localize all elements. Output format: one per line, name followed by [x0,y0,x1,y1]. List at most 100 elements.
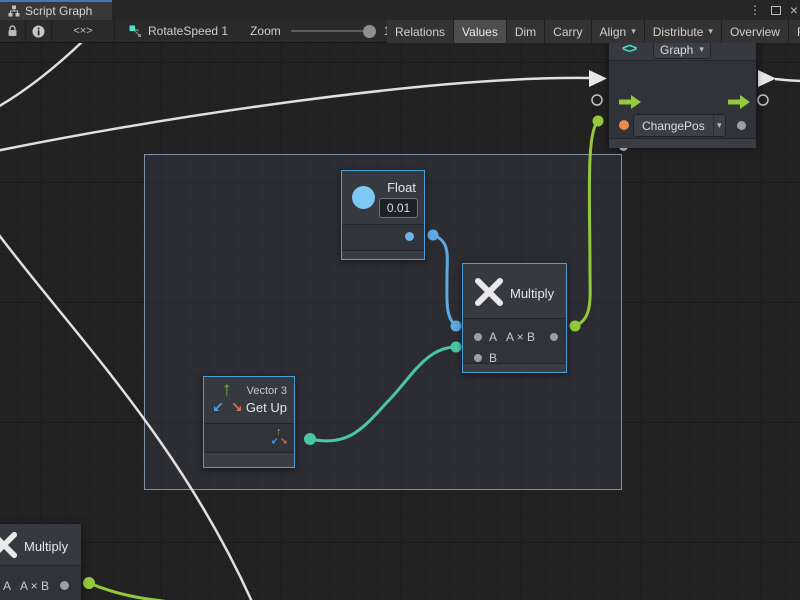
title-bar: Script Graph ⋮ × [0,0,800,20]
port-label-a: A [3,580,11,592]
setvar-node-ports: ChangePos ▾ [609,61,756,138]
multiply-input-b-port[interactable] [474,354,482,362]
port-label-out: A × B [20,580,49,592]
wire-endpoint [570,321,581,332]
getup-node-ports: ↑ ↙ ↘ [204,424,294,452]
wire-endpoint [451,321,462,332]
float-node-header: Float [342,171,424,225]
variable-name-dropdown[interactable]: ChangePos ▾ [633,114,726,137]
toolbar: <×> RotateSpeed 1 Zoom 1x Relations Valu… [0,20,800,43]
info-button[interactable] [26,20,52,43]
full-screen-button[interactable]: Full Screen [789,20,800,43]
float-output-port[interactable] [405,232,414,241]
node-multiply[interactable]: Multiply A A × B B [462,263,567,373]
unconnected-port-circle-left[interactable] [592,95,602,105]
wire-endpoint [83,577,95,589]
variable-value: ChangePos [634,119,713,133]
control-wire[interactable] [0,41,83,108]
wire-float-to-multiply-a[interactable] [433,235,456,326]
code-view-icon: <×> [73,25,92,37]
multiply2-node-header: Multiply [0,524,81,566]
code-view-button[interactable]: <×> [52,20,115,43]
lock-icon [7,25,18,37]
values-button[interactable]: Values [454,20,506,43]
zoom-slider[interactable] [291,30,376,32]
button-label: Distribute [653,25,704,39]
variable-name-port[interactable] [619,120,629,130]
multiply-x-icon [0,531,18,559]
button-label: Values [462,25,498,39]
distribute-dropdown-button[interactable]: Distribute ▾ [645,20,721,43]
chevron-down-icon: ▾ [708,26,713,37]
control-input-port[interactable] [619,95,641,109]
unconnected-port-circle-right[interactable] [758,95,768,105]
control-out-arrow[interactable] [758,70,776,87]
window-maximize-button[interactable] [768,0,784,20]
port-label-out: A × B [506,331,535,343]
graph-hierarchy-icon [8,5,20,17]
window-menu-button[interactable]: ⋮ [748,0,762,20]
wire-endpoint [428,230,439,241]
multiply-node-ports: A A × B B [463,319,566,363]
align-dropdown-button[interactable]: Align ▾ [592,20,644,43]
wire-multiply2-out[interactable] [89,583,182,600]
node-title: Multiply [510,286,554,301]
lock-button[interactable] [0,20,26,43]
tab-script-graph[interactable]: Script Graph [0,0,112,20]
window-close-button[interactable]: × [786,0,800,20]
button-label: Carry [553,25,582,39]
float-value-field[interactable] [379,198,418,218]
control-output-port[interactable] [728,95,750,109]
relations-button[interactable]: Relations [387,20,453,43]
node-title: Float [387,180,416,195]
toolbar-buttons: Relations Values Dim Carry Align ▾ Distri… [387,20,800,43]
tab-title: Script Graph [25,4,92,18]
zoom-control: Zoom 1x [242,24,396,38]
wire-getup-to-multiply-b[interactable] [310,347,456,441]
zoom-slider-handle[interactable] [363,25,376,38]
chevron-down-icon: ▾ [713,120,725,131]
wire-endpoint [593,116,604,127]
chevron-down-icon: ▾ [699,44,704,55]
float-node-ports [342,225,424,250]
control-wire-into-setvar[interactable] [0,78,589,151]
multiply-x-icon [474,277,504,307]
breadcrumb[interactable]: RotateSpeed 1 [115,24,242,38]
multiply2-output-port[interactable] [60,581,69,590]
node-multiply-2[interactable]: Multiply A A × B [0,523,82,600]
dim-button[interactable]: Dim [507,20,544,43]
script-graph-window: Float Multiply A A × B B ↑ [0,0,800,600]
node-float-literal[interactable]: Float [341,170,425,260]
info-icon [32,25,45,38]
overview-button[interactable]: Overview [722,20,788,43]
vector3-icon: ↑ ↙ ↘ [212,381,248,419]
button-label: Dim [515,25,536,39]
float-node-footer [342,250,424,259]
vector3-output-port[interactable]: ↑ ↙ ↘ [271,428,288,447]
button-label: Align [600,25,627,39]
multiply-node-footer [463,363,566,372]
wire-endpoint [304,433,316,445]
multiply-output-port[interactable] [550,333,558,341]
control-wire-out-of-setvar[interactable] [775,79,800,81]
output-value-port[interactable] [737,121,746,130]
button-label: Relations [395,25,445,39]
float-type-icon [352,186,375,209]
port-label-a: A [489,331,497,343]
multiply2-node-ports: A A × B [0,566,81,600]
breadcrumb-label: RotateSpeed 1 [148,24,228,38]
multiply-input-a-port[interactable] [474,333,482,341]
script-graph-icon [129,25,142,38]
node-set-variable[interactable]: <> Graph ▾ ChangePos ▾ [608,36,757,147]
control-in-arrow[interactable] [589,70,607,87]
wire-multiply-to-setvar[interactable] [575,121,598,326]
carry-button[interactable]: Carry [545,20,590,43]
node-subtitle: Vector 3 [247,385,287,397]
zoom-label: Zoom [250,24,281,38]
node-title: Get Up [246,400,287,415]
setvar-node-footer [609,138,756,148]
chevron-down-icon: ▾ [631,26,636,37]
multiply-node-header: Multiply [463,264,566,319]
getup-node-header: ↑ ↙ ↘ Vector 3 Get Up [204,377,294,424]
node-vector3-get-up[interactable]: ↑ ↙ ↘ Vector 3 Get Up ↑ ↙ ↘ [203,376,295,468]
